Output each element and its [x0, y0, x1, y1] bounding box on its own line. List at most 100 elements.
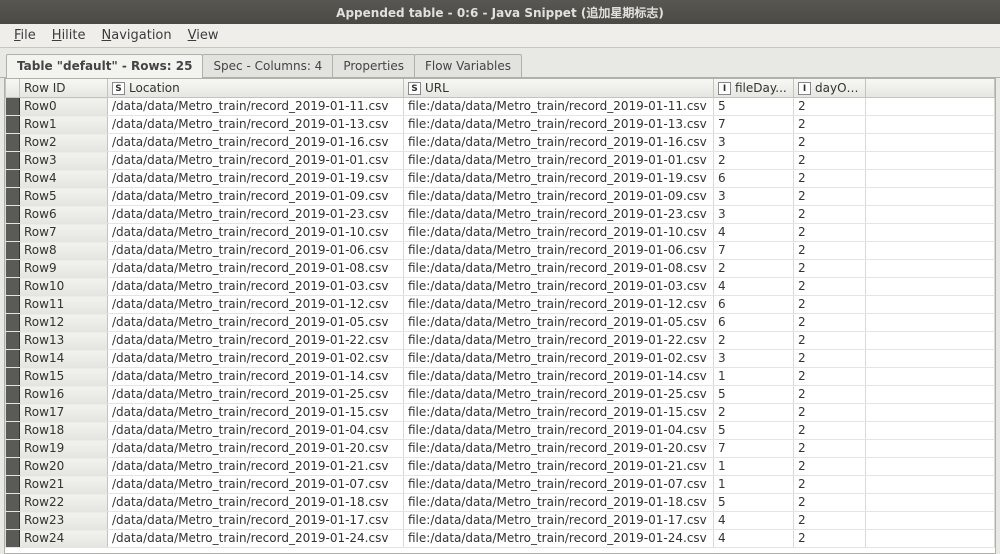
cell-url[interactable]: file:/data/data/Metro_train/record_2019-…	[404, 440, 714, 458]
cell-rowid[interactable]: Row17	[20, 404, 108, 422]
cell-rowid[interactable]: Row6	[20, 206, 108, 224]
cell-rowid[interactable]: Row21	[20, 476, 108, 494]
cell-location[interactable]: /data/data/Metro_train/record_2019-01-18…	[108, 494, 404, 512]
cell-rowid[interactable]: Row0	[20, 98, 108, 116]
cell-location[interactable]: /data/data/Metro_train/record_2019-01-22…	[108, 332, 404, 350]
cell-fileday[interactable]: 2	[714, 404, 794, 422]
cell-location[interactable]: /data/data/Metro_train/record_2019-01-17…	[108, 512, 404, 530]
cell-location[interactable]: /data/data/Metro_train/record_2019-01-12…	[108, 296, 404, 314]
cell-fileday[interactable]: 5	[714, 98, 794, 116]
row-marker[interactable]	[6, 224, 20, 242]
cell-dayof[interactable]: 2	[794, 260, 866, 278]
table-row[interactable]: Row6/data/data/Metro_train/record_2019-0…	[6, 206, 995, 224]
cell-rowid[interactable]: Row7	[20, 224, 108, 242]
cell-url[interactable]: file:/data/data/Metro_train/record_2019-…	[404, 494, 714, 512]
cell-rowid[interactable]: Row14	[20, 350, 108, 368]
cell-fileday[interactable]: 1	[714, 458, 794, 476]
cell-location[interactable]: /data/data/Metro_train/record_2019-01-20…	[108, 440, 404, 458]
cell-dayof[interactable]: 2	[794, 368, 866, 386]
cell-location[interactable]: /data/data/Metro_train/record_2019-01-06…	[108, 242, 404, 260]
table-row[interactable]: Row9/data/data/Metro_train/record_2019-0…	[6, 260, 995, 278]
cell-rowid[interactable]: Row10	[20, 278, 108, 296]
cell-dayof[interactable]: 2	[794, 278, 866, 296]
row-marker[interactable]	[6, 116, 20, 134]
table-row[interactable]: Row23/data/data/Metro_train/record_2019-…	[6, 512, 995, 530]
cell-rowid[interactable]: Row15	[20, 368, 108, 386]
cell-url[interactable]: file:/data/data/Metro_train/record_2019-…	[404, 458, 714, 476]
table-row[interactable]: Row4/data/data/Metro_train/record_2019-0…	[6, 170, 995, 188]
table-row[interactable]: Row15/data/data/Metro_train/record_2019-…	[6, 368, 995, 386]
cell-rowid[interactable]: Row11	[20, 296, 108, 314]
cell-url[interactable]: file:/data/data/Metro_train/record_2019-…	[404, 350, 714, 368]
cell-fileday[interactable]: 6	[714, 314, 794, 332]
cell-dayof[interactable]: 2	[794, 476, 866, 494]
cell-dayof[interactable]: 2	[794, 440, 866, 458]
menu-navigation[interactable]: Navigation	[94, 26, 180, 45]
cell-fileday[interactable]: 7	[714, 440, 794, 458]
cell-dayof[interactable]: 2	[794, 314, 866, 332]
cell-url[interactable]: file:/data/data/Metro_train/record_2019-…	[404, 224, 714, 242]
cell-url[interactable]: file:/data/data/Metro_train/record_2019-…	[404, 98, 714, 116]
cell-dayof[interactable]: 2	[794, 116, 866, 134]
cell-location[interactable]: /data/data/Metro_train/record_2019-01-10…	[108, 224, 404, 242]
row-marker[interactable]	[6, 242, 20, 260]
table-row[interactable]: Row24/data/data/Metro_train/record_2019-…	[6, 530, 995, 548]
cell-rowid[interactable]: Row22	[20, 494, 108, 512]
cell-url[interactable]: file:/data/data/Metro_train/record_2019-…	[404, 116, 714, 134]
table-row[interactable]: Row10/data/data/Metro_train/record_2019-…	[6, 278, 995, 296]
cell-url[interactable]: file:/data/data/Metro_train/record_2019-…	[404, 422, 714, 440]
cell-dayof[interactable]: 2	[794, 134, 866, 152]
row-marker[interactable]	[6, 332, 20, 350]
cell-location[interactable]: /data/data/Metro_train/record_2019-01-01…	[108, 152, 404, 170]
cell-dayof[interactable]: 2	[794, 98, 866, 116]
row-marker[interactable]	[6, 98, 20, 116]
table-row[interactable]: Row13/data/data/Metro_train/record_2019-…	[6, 332, 995, 350]
cell-location[interactable]: /data/data/Metro_train/record_2019-01-23…	[108, 206, 404, 224]
cell-location[interactable]: /data/data/Metro_train/record_2019-01-03…	[108, 278, 404, 296]
table-row[interactable]: Row1/data/data/Metro_train/record_2019-0…	[6, 116, 995, 134]
row-marker[interactable]	[6, 296, 20, 314]
cell-fileday[interactable]: 3	[714, 134, 794, 152]
column-header-url[interactable]: SURL	[404, 79, 714, 98]
cell-fileday[interactable]: 4	[714, 530, 794, 548]
cell-dayof[interactable]: 2	[794, 530, 866, 548]
cell-dayof[interactable]: 2	[794, 494, 866, 512]
cell-rowid[interactable]: Row13	[20, 332, 108, 350]
cell-url[interactable]: file:/data/data/Metro_train/record_2019-…	[404, 188, 714, 206]
cell-rowid[interactable]: Row23	[20, 512, 108, 530]
column-header-rowid[interactable]: Row ID	[20, 79, 108, 98]
cell-url[interactable]: file:/data/data/Metro_train/record_2019-…	[404, 512, 714, 530]
row-marker[interactable]	[6, 476, 20, 494]
row-marker[interactable]	[6, 152, 20, 170]
row-marker[interactable]	[6, 386, 20, 404]
cell-dayof[interactable]: 2	[794, 206, 866, 224]
cell-fileday[interactable]: 5	[714, 422, 794, 440]
cell-rowid[interactable]: Row24	[20, 530, 108, 548]
cell-location[interactable]: /data/data/Metro_train/record_2019-01-21…	[108, 458, 404, 476]
table-row[interactable]: Row22/data/data/Metro_train/record_2019-…	[6, 494, 995, 512]
cell-location[interactable]: /data/data/Metro_train/record_2019-01-15…	[108, 404, 404, 422]
cell-location[interactable]: /data/data/Metro_train/record_2019-01-09…	[108, 188, 404, 206]
cell-dayof[interactable]: 2	[794, 512, 866, 530]
cell-rowid[interactable]: Row8	[20, 242, 108, 260]
table-row[interactable]: Row21/data/data/Metro_train/record_2019-…	[6, 476, 995, 494]
table-row[interactable]: Row5/data/data/Metro_train/record_2019-0…	[6, 188, 995, 206]
cell-location[interactable]: /data/data/Metro_train/record_2019-01-13…	[108, 116, 404, 134]
cell-url[interactable]: file:/data/data/Metro_train/record_2019-…	[404, 332, 714, 350]
cell-dayof[interactable]: 2	[794, 242, 866, 260]
column-header-dayof[interactable]: IdayOf...	[794, 79, 866, 98]
cell-location[interactable]: /data/data/Metro_train/record_2019-01-07…	[108, 476, 404, 494]
table-row[interactable]: Row12/data/data/Metro_train/record_2019-…	[6, 314, 995, 332]
cell-rowid[interactable]: Row16	[20, 386, 108, 404]
row-marker[interactable]	[6, 422, 20, 440]
cell-url[interactable]: file:/data/data/Metro_train/record_2019-…	[404, 404, 714, 422]
row-marker[interactable]	[6, 170, 20, 188]
cell-fileday[interactable]: 2	[714, 152, 794, 170]
cell-fileday[interactable]: 6	[714, 296, 794, 314]
cell-fileday[interactable]: 5	[714, 386, 794, 404]
cell-fileday[interactable]: 7	[714, 242, 794, 260]
cell-fileday[interactable]: 2	[714, 260, 794, 278]
cell-fileday[interactable]: 6	[714, 170, 794, 188]
cell-fileday[interactable]: 4	[714, 224, 794, 242]
table-row[interactable]: Row2/data/data/Metro_train/record_2019-0…	[6, 134, 995, 152]
